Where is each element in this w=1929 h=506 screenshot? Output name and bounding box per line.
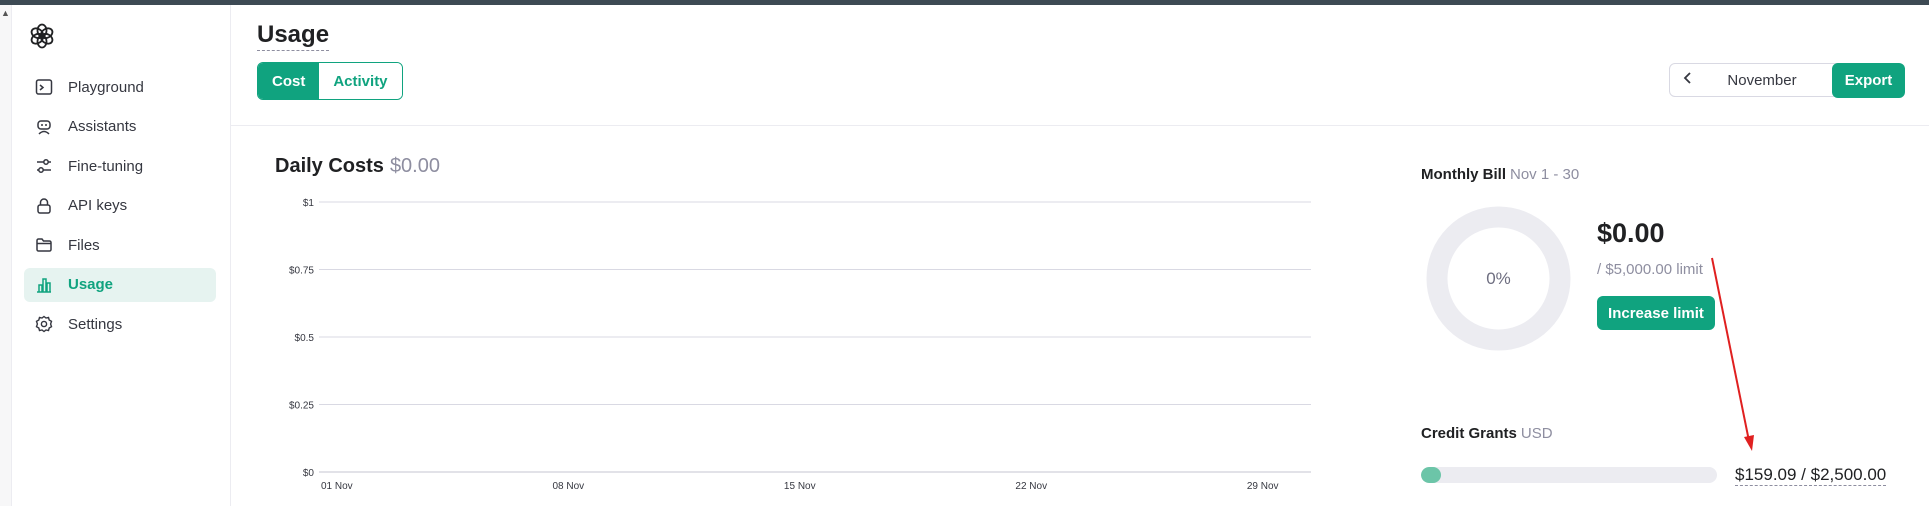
sidebar-nav: Playground Assistants Fine-tuning API ke… [24, 70, 216, 347]
sidebar-item-usage[interactable]: Usage [24, 267, 216, 302]
bar-chart-icon [34, 275, 54, 295]
left-edge-strip [0, 5, 12, 506]
folder-icon [34, 235, 54, 255]
scroll-up-icon[interactable]: ▲ [1, 8, 10, 18]
sidebar-item-label: Usage [68, 276, 114, 293]
sidebar-item-settings[interactable]: Settings [24, 307, 216, 341]
sidebar-item-label: Files [68, 236, 100, 254]
sidebar-item-playground[interactable]: Playground [24, 70, 216, 104]
sidebar-item-label: API keys [68, 197, 128, 214]
sidebar-item-label: Fine-tuning [68, 157, 144, 175]
gear-icon [34, 314, 54, 334]
annotation-arrow [1711, 257, 1754, 451]
sliders-icon [34, 156, 54, 176]
sidebar-item-label: Settings [68, 315, 123, 333]
sidebar-item-files[interactable]: Files [24, 228, 216, 262]
lock-icon [34, 196, 54, 216]
openai-logo-icon[interactable] [28, 22, 56, 50]
robot-icon [34, 117, 54, 137]
sidebar-item-api-keys[interactable]: API keys [24, 189, 216, 223]
sidebar-item-fine-tuning[interactable]: Fine-tuning [24, 149, 216, 183]
main-content: Usage Cost Activity November Export Dail… [231, 5, 1929, 506]
sidebar-item-assistants[interactable]: Assistants [24, 110, 216, 144]
sidebar-item-label: Playground [68, 78, 144, 96]
terminal-icon [34, 77, 54, 97]
sidebar-item-label: Assistants [68, 118, 137, 135]
